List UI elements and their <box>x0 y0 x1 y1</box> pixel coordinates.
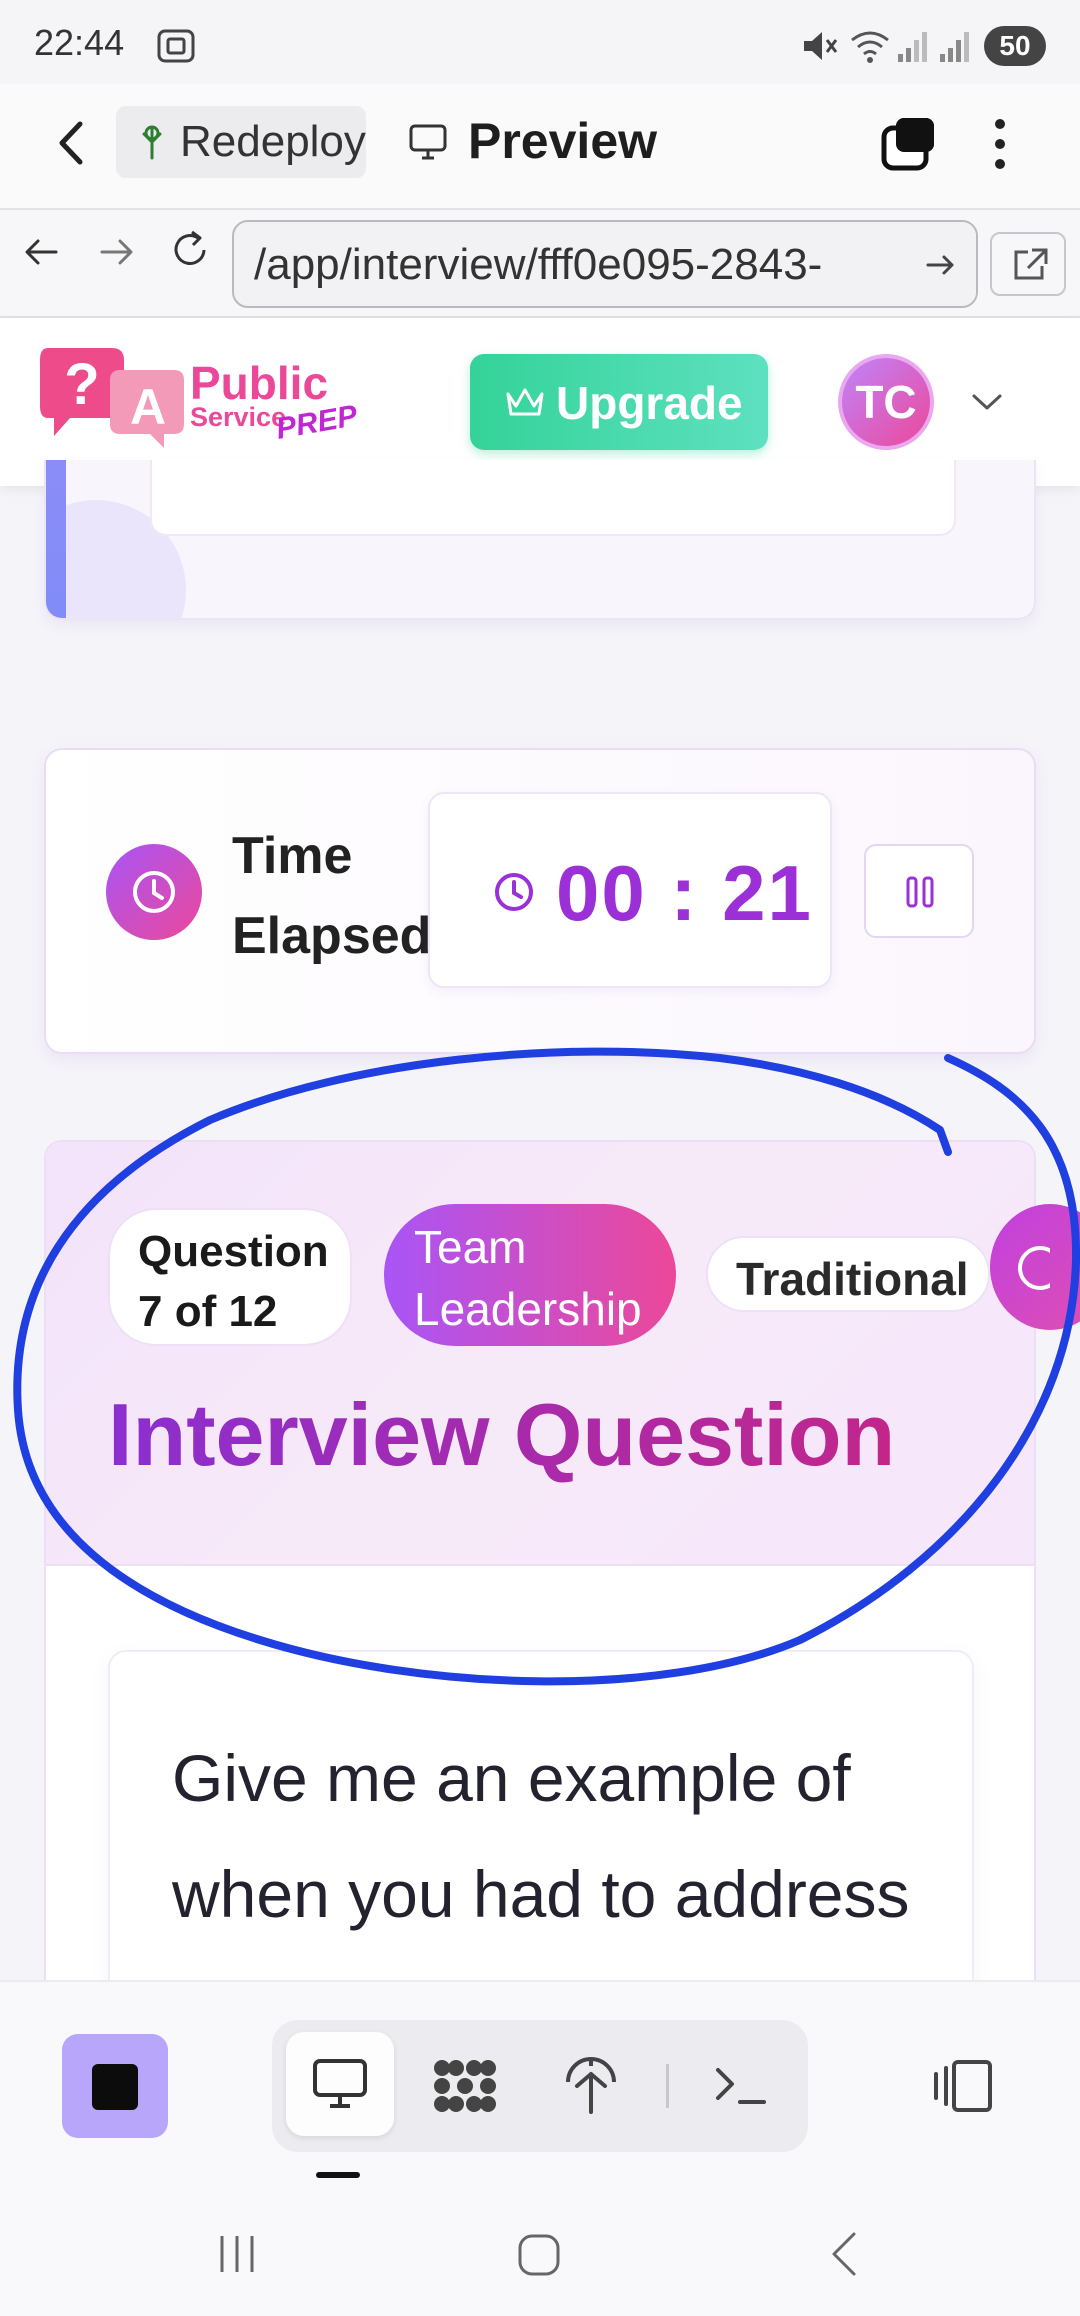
signal-icon <box>898 32 927 62</box>
mute-icon <box>804 32 838 60</box>
svg-text:A: A <box>130 379 166 435</box>
deploy-tree-icon <box>142 125 162 160</box>
svg-text:?: ? <box>64 352 99 417</box>
redeploy-tab-label: Redeploy <box>180 117 366 166</box>
badge-icon <box>1018 1246 1050 1290</box>
workflow-icon[interactable] <box>432 2056 498 2116</box>
question-title: Interview Question <box>108 1385 896 1484</box>
reload-icon[interactable] <box>168 228 212 272</box>
recents-icon[interactable] <box>216 2232 258 2276</box>
deploy-icon[interactable] <box>562 2052 620 2116</box>
card-accent-bar <box>46 460 66 618</box>
forward-icon[interactable] <box>96 232 136 272</box>
tabs-icon[interactable] <box>878 114 940 172</box>
wifi-icon <box>851 31 889 63</box>
stop-icon <box>92 2064 138 2110</box>
url-text: /app/interview/fff0e095-2843- <box>254 240 823 289</box>
monitor-icon <box>409 124 447 160</box>
more-icon[interactable] <box>990 116 1010 172</box>
open-external-icon <box>1014 248 1048 280</box>
monitor-icon <box>313 2059 367 2108</box>
clock-icon <box>495 873 533 911</box>
question-type-text: Traditional <box>736 1253 969 1305</box>
pause-button[interactable] <box>864 844 974 938</box>
screenshot-icon <box>157 29 195 63</box>
battery-badge: 50 <box>984 26 1046 66</box>
switcher-divider <box>666 2064 669 2108</box>
card-inner-panel <box>150 460 956 536</box>
clock-icon <box>133 871 175 913</box>
avatar[interactable]: TC <box>838 354 934 450</box>
back-icon[interactable] <box>52 118 92 168</box>
upgrade-button[interactable]: Upgrade <box>470 354 768 450</box>
signal-icon <box>940 32 969 62</box>
home-icon[interactable] <box>516 2232 562 2278</box>
timer-value: 00 : 21 <box>556 849 813 937</box>
time-elapsed-label: Time Elapsed <box>232 827 432 965</box>
category-badge: Team Leadership <box>384 1204 676 1346</box>
preview-label: Preview <box>468 113 658 169</box>
system-back-icon[interactable] <box>824 2230 864 2278</box>
timer-badge <box>106 844 202 940</box>
brand-service: Service <box>190 402 287 432</box>
url-input[interactable]: /app/interview/fff0e095-2843- <box>232 220 978 308</box>
arrow-right-icon <box>926 255 954 275</box>
crown-icon <box>506 388 544 416</box>
question-number-badge: Question 7 of 12 <box>108 1208 352 1346</box>
preview-view-button[interactable] <box>286 2032 394 2136</box>
status-time: 22:44 <box>34 22 125 63</box>
active-indicator <box>316 2172 360 2178</box>
redeploy-tab[interactable]: Redeploy <box>116 106 366 178</box>
logo-icon[interactable]: ? A <box>38 344 188 452</box>
category-text: Team Leadership <box>414 1221 642 1335</box>
question-number-text: Question 7 of 12 <box>138 1227 329 1336</box>
previous-card <box>44 460 1036 620</box>
chevron-down-icon[interactable] <box>970 390 1004 414</box>
browser-back-icon[interactable] <box>22 232 62 272</box>
pause-icon <box>906 876 934 908</box>
terminal-icon[interactable] <box>714 2062 766 2110</box>
upgrade-label: Upgrade <box>556 377 743 429</box>
side-panel-icon[interactable] <box>932 2058 996 2116</box>
open-external-button[interactable] <box>990 232 1066 296</box>
question-type-badge: Traditional <box>706 1236 990 1312</box>
